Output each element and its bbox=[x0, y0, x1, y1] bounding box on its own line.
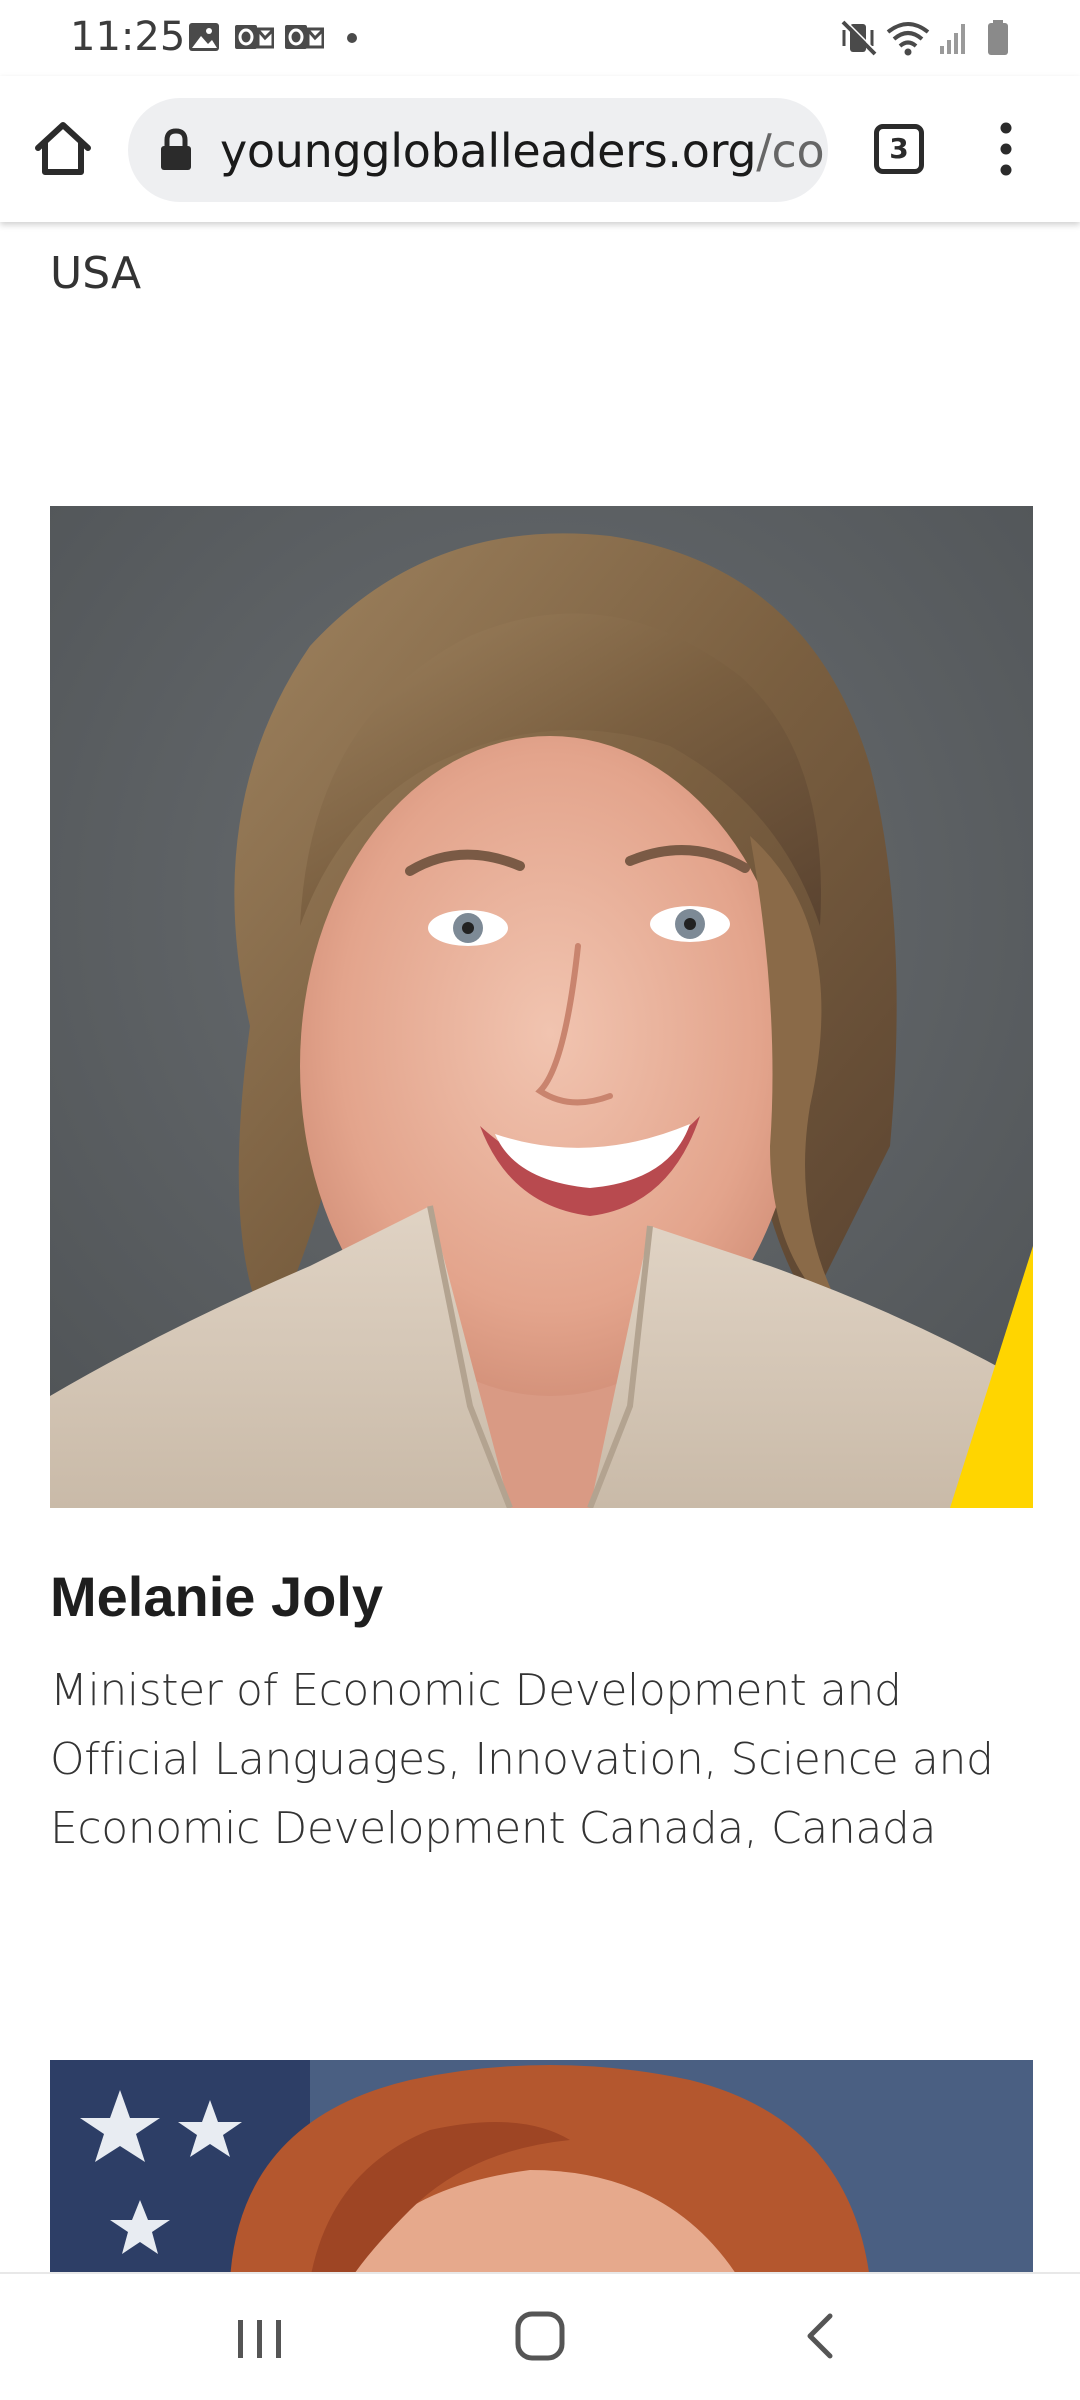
status-bar: 11:25 bbox=[0, 0, 1080, 76]
system-nav-bar bbox=[0, 2272, 1080, 2400]
url-path: /com bbox=[756, 124, 828, 178]
nav-home-icon[interactable] bbox=[514, 2310, 566, 2362]
url-text: younggloballeaders.org/com bbox=[220, 124, 828, 178]
next-profile-photo[interactable] bbox=[50, 2060, 1033, 2272]
dot-icon bbox=[347, 33, 357, 43]
previous-entry-country: USA bbox=[50, 248, 142, 299]
wifi-icon bbox=[886, 22, 930, 56]
address-bar[interactable]: younggloballeaders.org/com bbox=[128, 98, 828, 202]
browser-toolbar: younggloballeaders.org/com 3 bbox=[0, 76, 1080, 222]
more-options-icon[interactable] bbox=[986, 116, 1026, 182]
back-icon[interactable] bbox=[800, 2310, 840, 2362]
profile-role: Minister of Economic Development and Off… bbox=[50, 1665, 994, 1854]
outlook-icon bbox=[235, 25, 274, 49]
page-content: USA Melanie Joly Minister of Economic De… bbox=[0, 222, 1080, 2272]
lock-icon bbox=[161, 128, 191, 170]
home-icon[interactable] bbox=[30, 116, 96, 182]
profile-photo[interactable] bbox=[50, 506, 1033, 1508]
signal-icon bbox=[940, 24, 965, 54]
status-time: 11:25 bbox=[70, 14, 186, 60]
profile-name: Melanie Joly bbox=[50, 1565, 384, 1628]
image-icon bbox=[189, 23, 219, 51]
battery-icon bbox=[988, 20, 1008, 55]
recent-apps-icon[interactable] bbox=[232, 2316, 288, 2362]
url-domain: younggloballeaders.org bbox=[220, 124, 757, 178]
outlook-icon bbox=[285, 25, 324, 49]
vibrate-icon bbox=[841, 19, 878, 56]
tab-switcher-button[interactable]: 3 bbox=[874, 124, 924, 174]
